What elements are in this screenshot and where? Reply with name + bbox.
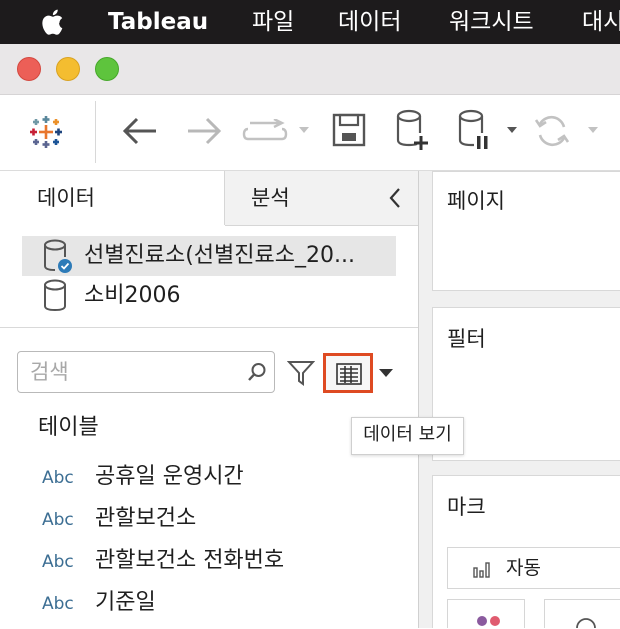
- pages-shelf-title: 페이지: [447, 189, 505, 213]
- marks-card-title: 마크: [447, 495, 486, 519]
- search-input[interactable]: [30, 357, 230, 387]
- data-source-name: 소비2006: [84, 283, 181, 308]
- chevron-down-icon[interactable]: [298, 125, 310, 135]
- string-type-icon: Abc: [42, 468, 74, 488]
- save-icon[interactable]: [332, 113, 366, 147]
- tables-heading: 테이블: [38, 415, 99, 440]
- chevron-down-icon[interactable]: [506, 125, 518, 135]
- data-source-item[interactable]: 선별진료소(선별진료소_20...: [22, 236, 396, 276]
- menu-dashboard[interactable]: 대시: [582, 8, 620, 36]
- redo-icon[interactable]: [242, 119, 292, 143]
- color-mark-button[interactable]: [447, 599, 525, 628]
- view-data-button[interactable]: [323, 353, 373, 393]
- size-icon: [576, 618, 596, 629]
- data-source-icon: [44, 279, 66, 312]
- divider: [0, 327, 418, 328]
- zoom-window-button[interactable]: [95, 57, 119, 81]
- menu-data[interactable]: 데이터: [338, 8, 401, 36]
- mark-type-dropdown[interactable]: 자동: [447, 547, 620, 589]
- automatic-mark-icon: [473, 562, 490, 578]
- search-icon[interactable]: [247, 362, 267, 382]
- toolbar: [0, 95, 620, 171]
- apple-logo-icon[interactable]: [38, 6, 70, 38]
- view-data-icon: [336, 363, 362, 385]
- field-name: 기준일: [95, 590, 156, 615]
- data-source-connected-icon: [44, 239, 72, 273]
- tab-data[interactable]: 데이터: [0, 171, 225, 225]
- string-type-icon: Abc: [42, 510, 74, 530]
- field-item[interactable]: Abc 기준일: [0, 583, 418, 625]
- data-source-name: 선별진료소(선별진료소_20...: [84, 243, 355, 268]
- chevron-down-icon[interactable]: [378, 367, 394, 379]
- string-type-icon: Abc: [42, 594, 74, 614]
- collapse-pane-icon[interactable]: [388, 187, 402, 209]
- minimize-window-button[interactable]: [56, 57, 80, 81]
- window-title-bar: [0, 44, 620, 95]
- field-name: 공휴일 운영시간: [95, 464, 244, 489]
- menu-file[interactable]: 파일: [252, 8, 294, 36]
- color-icon: [477, 616, 500, 626]
- shelves-pane: 페이지 필터 마크 자동: [418, 171, 620, 629]
- pages-shelf[interactable]: 페이지: [432, 171, 620, 291]
- menu-bar: Tableau 파일 데이터 워크시트 대시: [0, 0, 620, 44]
- chevron-down-icon[interactable]: [587, 125, 599, 135]
- close-window-button[interactable]: [17, 57, 41, 81]
- tableau-logo-icon[interactable]: [28, 114, 64, 150]
- tab-data-label: 데이터: [37, 186, 95, 210]
- field-item[interactable]: Abc 공휴일 운영시간: [0, 457, 418, 499]
- pause-updates-icon[interactable]: [457, 109, 491, 151]
- filter-icon[interactable]: [287, 359, 315, 387]
- field-item[interactable]: Abc 관할보건소: [0, 499, 418, 541]
- view-data-tooltip: 데이터 보기: [351, 417, 464, 455]
- forward-arrow-icon[interactable]: [184, 115, 224, 147]
- mark-type-label: 자동: [506, 557, 541, 579]
- menu-app-name[interactable]: Tableau: [108, 8, 208, 36]
- data-source-item[interactable]: 소비2006: [22, 276, 396, 316]
- back-arrow-icon[interactable]: [120, 115, 160, 147]
- new-data-source-icon[interactable]: [395, 109, 429, 151]
- toolbar-separator: [95, 101, 96, 163]
- filters-shelf-title: 필터: [447, 327, 486, 351]
- tab-analysis[interactable]: 분석: [225, 171, 418, 226]
- field-search-box[interactable]: [17, 351, 275, 393]
- field-name: 관할보건소: [95, 506, 197, 531]
- data-pane: 데이터 분석 선별진료소(선별진료소_20... 소비2006 검색 테이블 A…: [0, 171, 418, 628]
- menu-worksheet[interactable]: 워크시트: [449, 8, 534, 36]
- size-mark-button[interactable]: [544, 599, 620, 629]
- field-name: 관할보건소 전화번호: [95, 548, 285, 573]
- tab-analysis-label: 분석: [251, 186, 290, 210]
- field-item[interactable]: Abc 관할보건소 전화번호: [0, 541, 418, 583]
- string-type-icon: Abc: [42, 552, 74, 572]
- refresh-icon[interactable]: [533, 112, 571, 150]
